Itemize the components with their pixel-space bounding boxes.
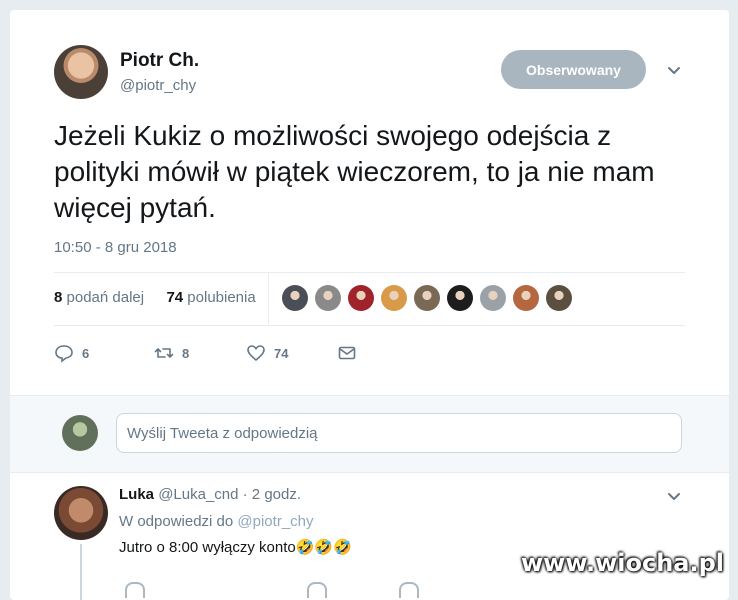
liker-avatar[interactable] xyxy=(546,285,572,311)
heart-icon xyxy=(247,345,265,362)
liker-avatar[interactable] xyxy=(447,285,473,311)
tweet-text: Jeżeli Kukiz o możliwości swojego odejśc… xyxy=(54,120,655,223)
likes-label[interactable]: polubienia xyxy=(187,289,255,306)
reply-icon[interactable] xyxy=(125,582,145,598)
retweets-label[interactable]: podań dalej xyxy=(67,289,145,306)
like-action[interactable]: 74 xyxy=(246,342,288,364)
tweet-stats: 8 podań dalej 74 polubienia xyxy=(54,289,256,306)
replying-to-prefix: W odpowiedzi do xyxy=(119,513,234,530)
stats-separator xyxy=(268,272,269,324)
watermark: www.wiocha.pl xyxy=(520,549,724,577)
reply-author-avatar[interactable] xyxy=(54,486,108,540)
reply-input[interactable] xyxy=(116,413,682,453)
reply-text: Jutro o 8:00 wyłączy konto🤣🤣🤣 xyxy=(119,539,352,556)
reply-count: 6 xyxy=(82,345,90,361)
reply-icon xyxy=(55,345,73,363)
liker-avatar[interactable] xyxy=(480,285,506,311)
tweet-timestamp[interactable]: 10:50 - 8 gru 2018 xyxy=(54,239,177,256)
like-icon[interactable] xyxy=(307,582,327,598)
liker-avatar[interactable] xyxy=(348,285,374,311)
retweet-action[interactable]: 8 xyxy=(154,342,189,364)
retweet-icon xyxy=(154,348,174,358)
reply-action[interactable]: 6 xyxy=(54,342,89,364)
retweet-count: 8 xyxy=(182,345,190,361)
liker-avatar[interactable] xyxy=(414,285,440,311)
direct-message-action[interactable] xyxy=(337,342,357,364)
like-count: 74 xyxy=(274,345,289,361)
retweets-count[interactable]: 8 xyxy=(54,289,62,306)
likes-count[interactable]: 74 xyxy=(166,289,183,306)
liker-avatar[interactable] xyxy=(282,285,308,311)
reply-time[interactable]: · 2 godz. xyxy=(243,486,301,503)
reply-header: Luka @Luka_cnd · 2 godz. xyxy=(119,486,301,503)
liker-avatar[interactable] xyxy=(381,285,407,311)
liker-avatar[interactable] xyxy=(315,285,341,311)
reply-composer xyxy=(10,395,729,473)
replying-to: W odpowiedzi do @piotr_chy xyxy=(119,513,314,530)
replying-to-handle[interactable]: @piotr_chy xyxy=(237,513,313,530)
reply-author-handle[interactable]: @Luka_cnd xyxy=(158,486,238,503)
chevron-down-icon[interactable] xyxy=(666,62,682,78)
author-handle[interactable]: @piotr_chy xyxy=(120,77,196,94)
following-button[interactable]: Obserwowany xyxy=(501,50,646,89)
chevron-down-icon[interactable] xyxy=(666,488,682,504)
divider xyxy=(54,325,685,326)
thread-line xyxy=(80,544,82,600)
envelope-icon xyxy=(338,346,356,360)
reply-author-name[interactable]: Luka xyxy=(119,486,154,503)
divider xyxy=(54,272,685,273)
author-avatar[interactable] xyxy=(54,45,108,99)
current-user-avatar xyxy=(62,415,98,451)
liker-avatar[interactable] xyxy=(513,285,539,311)
envelope-icon[interactable] xyxy=(399,582,419,598)
author-name[interactable]: Piotr Ch. xyxy=(120,50,199,72)
tweet-card: Piotr Ch. @piotr_chy Obserwowany Jeżeli … xyxy=(10,10,729,600)
